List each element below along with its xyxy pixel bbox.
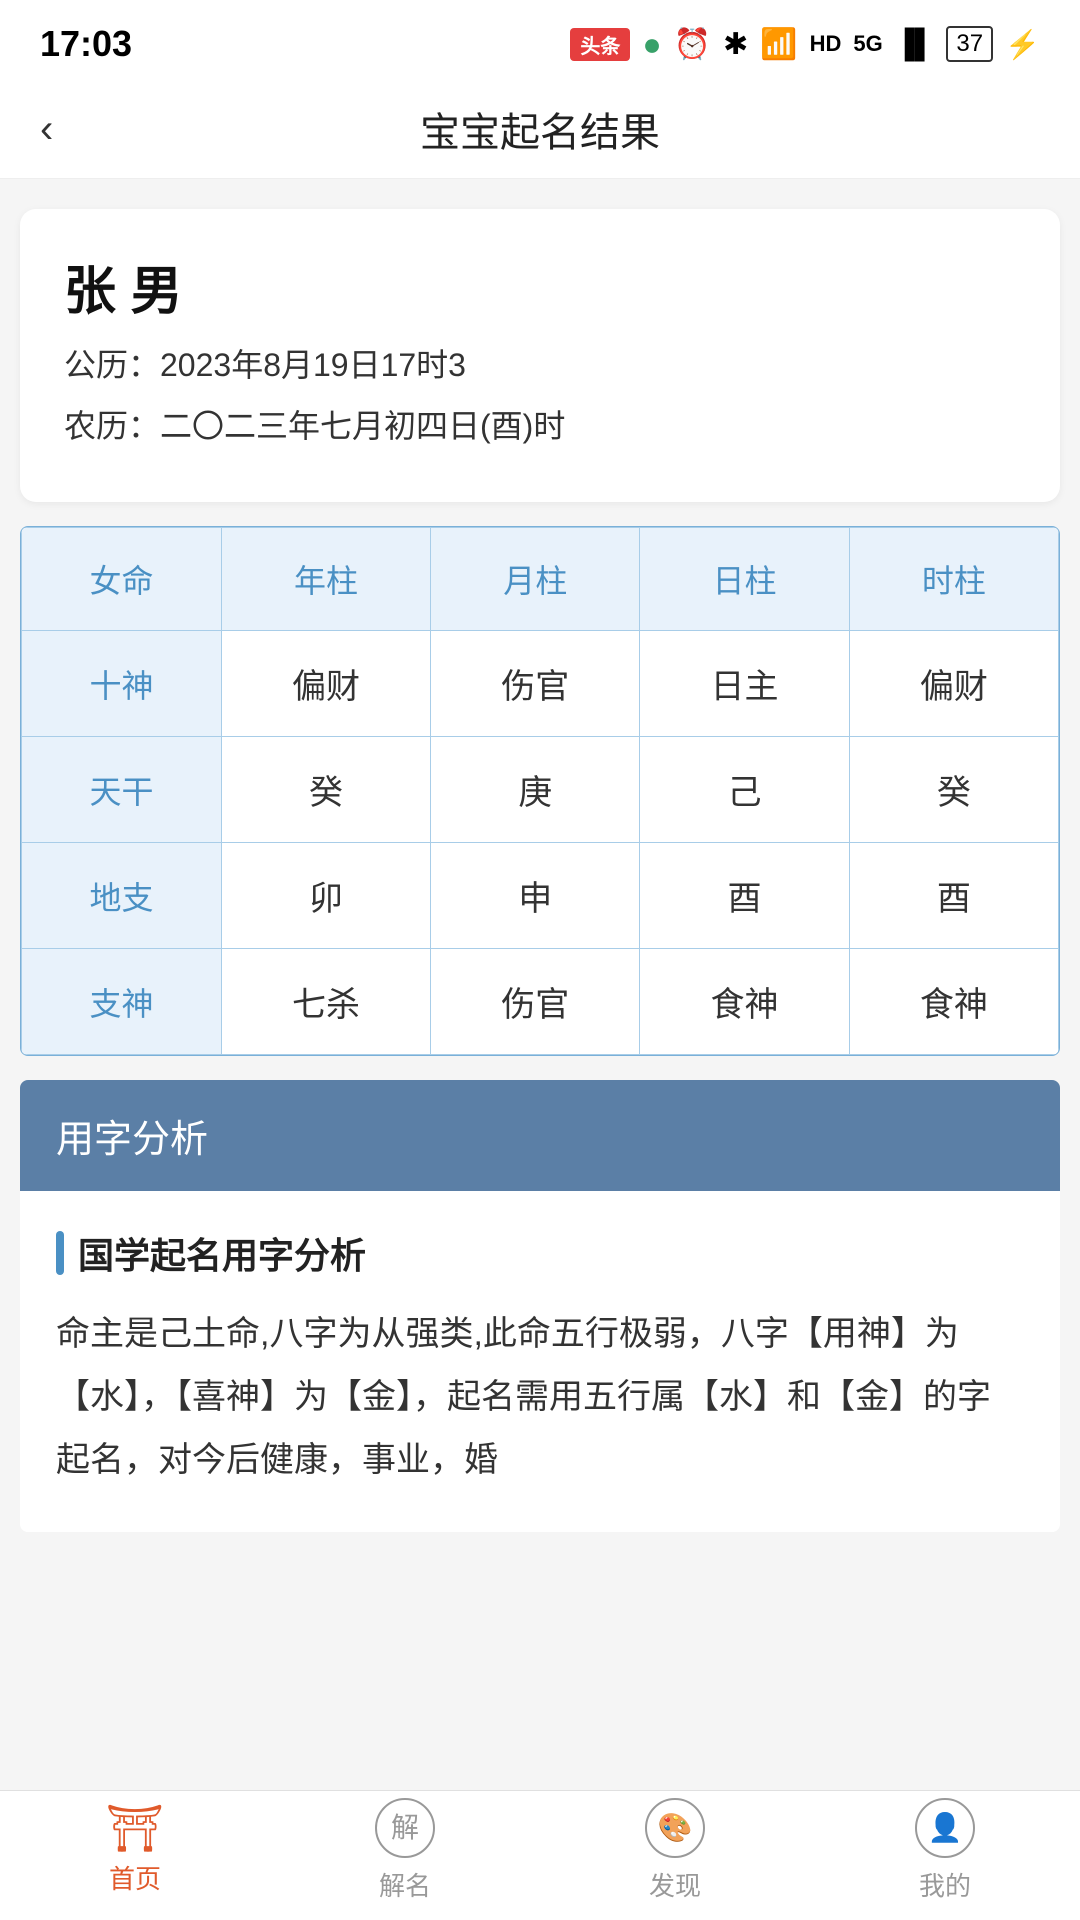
toutiao-badge: 头条 [570, 28, 630, 61]
bazi-cell-2-0: 卯 [221, 843, 430, 949]
status-icons: 头条 ● ⏰ ✱ 📶 HD 5G ▐▌ 37 ⚡ [570, 26, 1040, 63]
analysis-text: 命主是己土命,八字为从强类,此命五行极弱，八字【用神】为【水】，【喜神】为【金】… [56, 1315, 991, 1479]
analysis-header: 用字分析 [20, 1080, 1060, 1191]
bazi-row-label-2: 地支 [22, 843, 222, 949]
bazi-row: 天干癸庚己癸 [22, 737, 1059, 843]
bazi-col-header-1: 年柱 [221, 528, 430, 631]
person-name: 张 男 [64, 249, 1016, 324]
bazi-row: 地支卯申酉酉 [22, 843, 1059, 949]
discover-icon: 🎨 [645, 1798, 705, 1858]
bazi-col-header-4: 时柱 [849, 528, 1058, 631]
analysis-body: 国学起名用字分析 命主是己土命,八字为从强类,此命五行极弱，八字【用神】为【水】… [20, 1191, 1060, 1532]
main-content: 张 男 公历：2023年8月19日17时3 农历：二〇二三年七月初四日(酉)时 … [0, 179, 1080, 1726]
bazi-col-header-3: 日柱 [640, 528, 849, 631]
info-card: 张 男 公历：2023年8月19日17时3 农历：二〇二三年七月初四日(酉)时 [20, 209, 1060, 502]
tab-jiemei-label: 解名 [379, 1866, 431, 1903]
bazi-cell-0-0: 偏财 [221, 631, 430, 737]
bazi-header-label: 女命 [22, 528, 222, 631]
tab-home[interactable]: ⛩ 首页 [0, 1805, 270, 1896]
bazi-cell-0-3: 偏财 [849, 631, 1058, 737]
bazi-cell-2-1: 申 [431, 843, 640, 949]
bazi-cell-1-1: 庚 [431, 737, 640, 843]
bazi-cell-2-2: 酉 [640, 843, 849, 949]
bazi-row: 支神七杀伤官食神食神 [22, 949, 1059, 1055]
bluetooth-icon: ✱ [723, 27, 748, 62]
analysis-section: 用字分析 国学起名用字分析 命主是己土命,八字为从强类,此命五行极弱，八字【用神… [20, 1080, 1060, 1532]
profile-icon: 👤 [915, 1798, 975, 1858]
bazi-cell-1-3: 癸 [849, 737, 1058, 843]
page-title: 宝宝起名结果 [420, 100, 660, 158]
back-button[interactable]: ‹ [40, 107, 53, 152]
charging-icon: ⚡ [1005, 28, 1040, 61]
gregorian-date: 公历：2023年8月19日17时3 [64, 340, 1016, 391]
tab-home-label: 首页 [109, 1859, 161, 1896]
bazi-col-header-2: 月柱 [431, 528, 640, 631]
bazi-cell-0-2: 日主 [640, 631, 849, 737]
nav-bar: ‹ 宝宝起名结果 [0, 80, 1080, 179]
subtitle-bar [56, 1231, 64, 1275]
status-time: 17:03 [40, 23, 132, 65]
alarm-icon: ⏰ [674, 27, 711, 62]
bazi-table-wrapper: 女命年柱月柱日柱时柱十神偏财伤官日主偏财天干癸庚己癸地支卯申酉酉支神七杀伤官食神… [20, 526, 1060, 1056]
bazi-row-label-1: 天干 [22, 737, 222, 843]
bazi-row: 十神偏财伤官日主偏财 [22, 631, 1059, 737]
bazi-cell-1-2: 己 [640, 737, 849, 843]
bazi-cell-0-1: 伤官 [431, 631, 640, 737]
tab-profile[interactable]: 👤 我的 [810, 1798, 1080, 1903]
hd-badge: HD [810, 31, 842, 57]
status-bar: 17:03 头条 ● ⏰ ✱ 📶 HD 5G ▐▌ 37 ⚡ [0, 0, 1080, 80]
home-icon: ⛩ [106, 1805, 164, 1851]
analysis-header-title: 用字分析 [56, 1119, 208, 1161]
bazi-cell-3-0: 七杀 [221, 949, 430, 1055]
wifi-icon: 📶 [760, 27, 797, 62]
bazi-table: 女命年柱月柱日柱时柱十神偏财伤官日主偏财天干癸庚己癸地支卯申酉酉支神七杀伤官食神… [21, 527, 1059, 1055]
tab-discover[interactable]: 🎨 发现 [540, 1798, 810, 1903]
tab-jiemei[interactable]: 解 解名 [270, 1798, 540, 1903]
5g-badge: 5G [853, 31, 882, 57]
tab-bar: ⛩ 首页 解 解名 🎨 发现 👤 我的 [0, 1790, 1080, 1920]
bazi-cell-3-3: 食神 [849, 949, 1058, 1055]
lunar-date: 农历：二〇二三年七月初四日(酉)时 [64, 401, 1016, 452]
bazi-row-label-0: 十神 [22, 631, 222, 737]
bazi-cell-2-3: 酉 [849, 843, 1058, 949]
signal-icon: ▐▌ [895, 28, 935, 60]
bazi-cell-1-0: 癸 [221, 737, 430, 843]
tab-discover-label: 发现 [649, 1866, 701, 1903]
green-dot: ● [642, 26, 661, 63]
jie-icon: 解 [375, 1798, 435, 1858]
bazi-cell-3-1: 伤官 [431, 949, 640, 1055]
analysis-subtitle-text: 国学起名用字分析 [78, 1227, 366, 1279]
battery-indicator: 37 [946, 26, 993, 62]
bazi-row-label-3: 支神 [22, 949, 222, 1055]
analysis-subtitle: 国学起名用字分析 [56, 1227, 1024, 1279]
tab-profile-label: 我的 [919, 1866, 971, 1903]
bazi-cell-3-2: 食神 [640, 949, 849, 1055]
analysis-content: 命主是己土命,八字为从强类,此命五行极弱，八字【用神】为【水】，【喜神】为【金】… [56, 1303, 1024, 1492]
